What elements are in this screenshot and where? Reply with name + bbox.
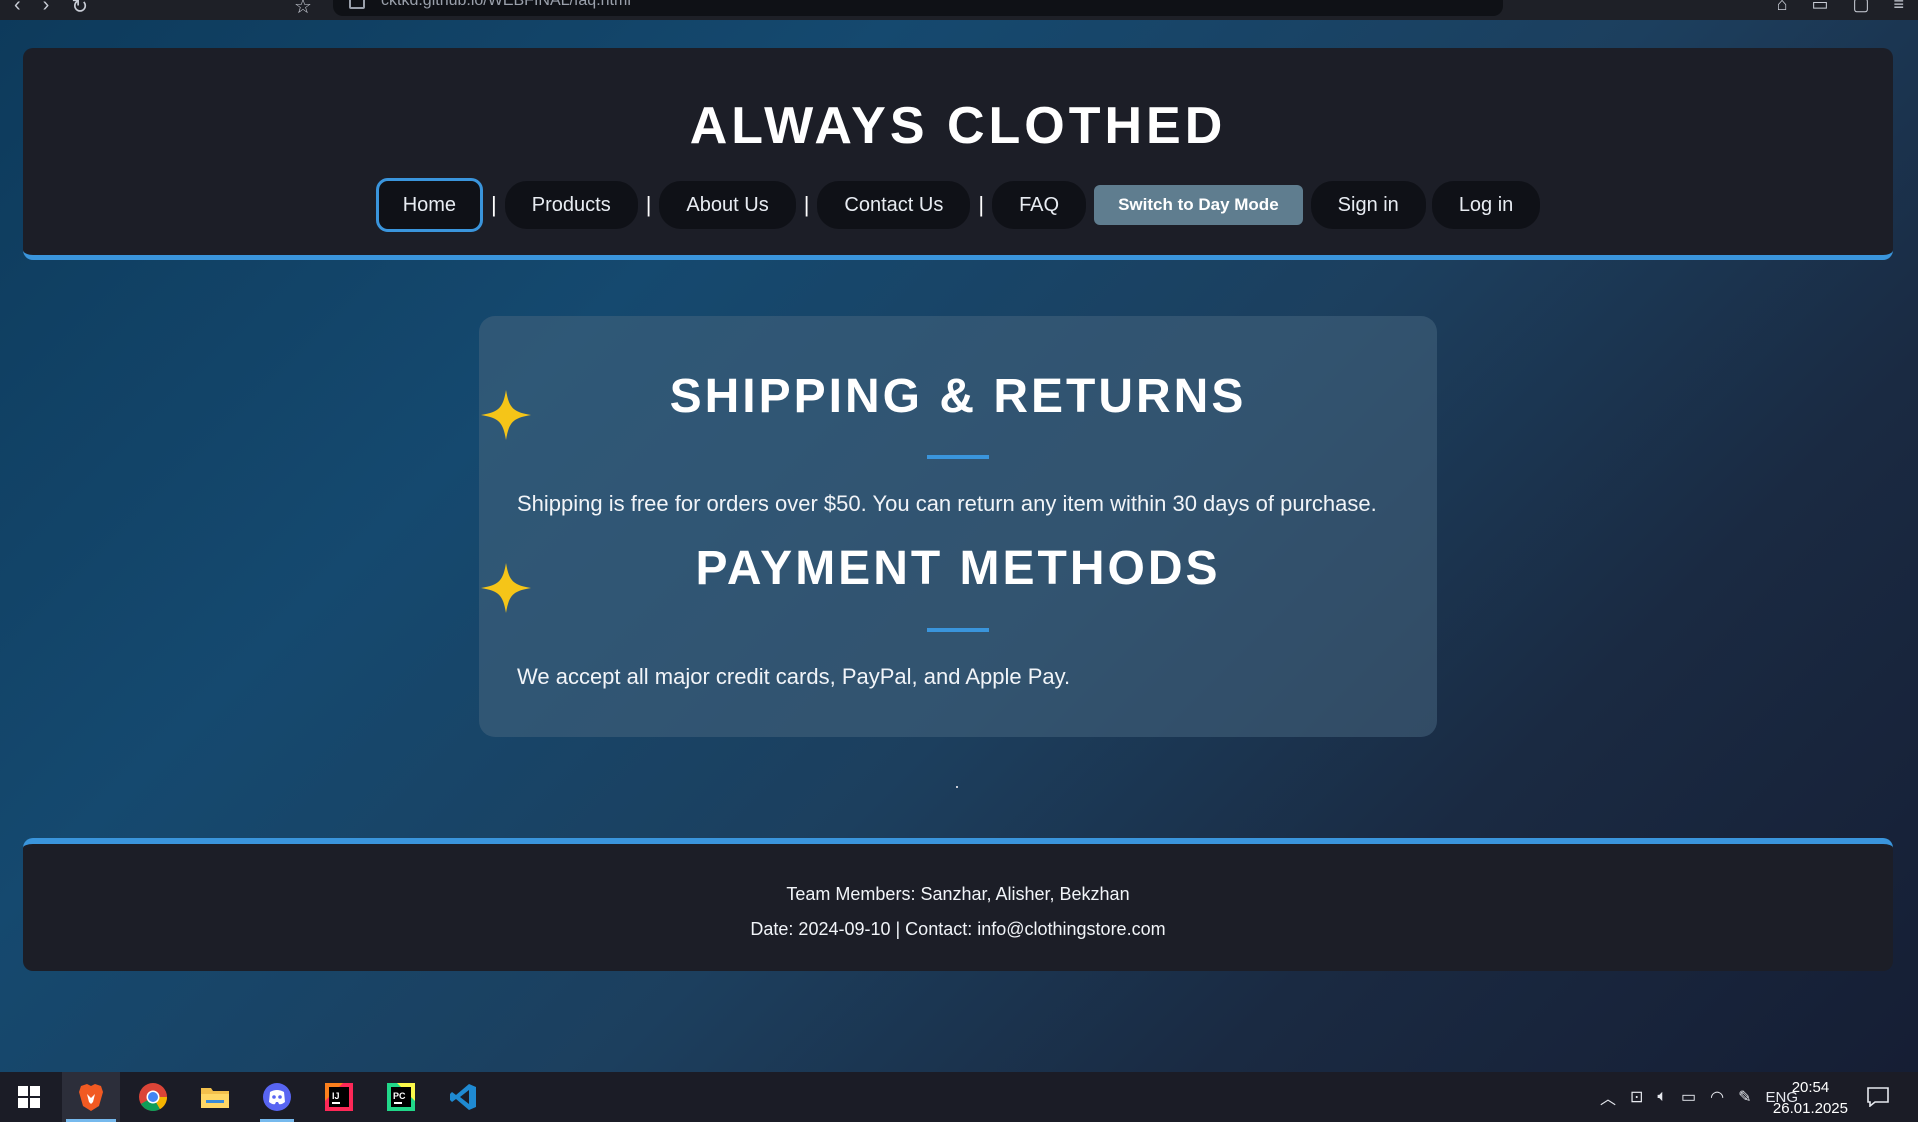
faq-card: SHIPPING & RETURNS Shipping is free for … — [479, 316, 1437, 737]
nav-faq[interactable]: FAQ — [992, 181, 1087, 229]
intellij-icon: IJ — [325, 1083, 353, 1111]
taskbar-discord[interactable] — [248, 1072, 306, 1122]
section-title-payment: PAYMENT METHODS — [695, 542, 1221, 595]
browser-toolbar: ‹ › ↻ ☆ cktkd.github.io/WEBFINAL/faq.htm… — [0, 0, 1918, 20]
taskbar-clock[interactable]: 20:54 26.01.2025 — [1773, 1077, 1848, 1119]
url-text: cktkd.github.io/WEBFINAL/faq.html — [381, 0, 631, 9]
svg-text:IJ: IJ — [332, 1091, 340, 1101]
notifications-button[interactable] — [1848, 1072, 1908, 1122]
switch-day-mode-button[interactable]: Switch to Day Mode — [1094, 185, 1303, 225]
taskbar-pycharm[interactable]: PC — [372, 1072, 430, 1122]
address-bar[interactable]: cktkd.github.io/WEBFINAL/faq.html — [333, 0, 1503, 16]
system-tray: ︿ ⊡ 🔈︎ ▭ ◠ ✎ ENG — [1600, 1072, 1798, 1122]
nav-about-us[interactable]: About Us — [659, 181, 796, 229]
main-nav: Home | Products | About Us | Contact Us … — [23, 178, 1893, 232]
clock-time: 20:54 — [1791, 1079, 1830, 1096]
footer-team: Team Members: Sanzhar, Alisher, Bekzhan — [786, 884, 1130, 904]
taskbar-file-explorer[interactable] — [186, 1072, 244, 1122]
taskbar-intellij[interactable]: IJ — [310, 1072, 368, 1122]
taskbar-chrome[interactable] — [124, 1072, 182, 1122]
windows-icon — [18, 1086, 40, 1108]
vscode-icon — [450, 1084, 476, 1110]
chrome-icon — [139, 1083, 167, 1111]
section-divider — [927, 628, 989, 632]
nav-separator: | — [491, 192, 497, 217]
section-text-payment: We accept all major credit cards, PayPal… — [517, 664, 1071, 689]
pycharm-icon: PC — [387, 1083, 415, 1111]
folder-icon — [201, 1088, 229, 1108]
windows-taskbar: IJ PC ︿ ⊡ 🔈︎ ▭ ◠ ✎ ENG 20:54 26.01.2025 — [0, 1072, 1918, 1122]
back-icon[interactable]: ‹ — [14, 0, 21, 19]
reload-icon[interactable]: ↻ — [71, 0, 88, 19]
site-footer: Team Members: Sanzhar, Alisher, Bekzhan … — [23, 838, 1893, 971]
brave-icon — [79, 1084, 103, 1111]
section-text-shipping: Shipping is free for orders over $50. Yo… — [517, 491, 1377, 516]
wallet-icon[interactable]: ▢ — [1852, 0, 1869, 15]
battery-icon[interactable]: ▭ — [1681, 1087, 1696, 1107]
extensions-icon[interactable]: ⌂ — [1777, 0, 1788, 15]
footer-date-contact: Date: 2024-09-10 | Contact: info@clothin… — [750, 919, 1166, 939]
section-title-shipping: SHIPPING & RETURNS — [669, 370, 1247, 423]
site-header: ALWAYS CLOTHED Home | Products | About U… — [23, 48, 1893, 260]
volume-icon[interactable]: 🔈︎ — [1657, 1088, 1667, 1106]
forward-icon[interactable]: › — [43, 0, 50, 19]
network-adapter-icon[interactable]: ⊡ — [1630, 1087, 1643, 1107]
sidebar-icon[interactable]: ▭ — [1811, 0, 1828, 15]
decorative-dot — [956, 786, 958, 788]
menu-icon[interactable]: ≡ — [1893, 0, 1904, 15]
browser-nav-buttons: ‹ › ↻ — [14, 0, 88, 19]
show-hidden-icons-icon[interactable]: ︿ — [1600, 1085, 1616, 1109]
site-title: ALWAYS CLOTHED — [689, 97, 1227, 155]
nav-contact-us[interactable]: Contact Us — [817, 181, 971, 229]
start-button[interactable] — [0, 1072, 58, 1122]
log-in-button[interactable]: Log in — [1431, 181, 1541, 229]
sign-in-button[interactable]: Sign in — [1310, 181, 1426, 229]
section-divider — [927, 455, 989, 459]
nav-separator: | — [803, 192, 810, 217]
svg-text:PC: PC — [393, 1091, 406, 1101]
browser-extension-icons: ⌂ ▭ ▢ ≡ — [1777, 0, 1904, 15]
nav-separator: | — [978, 192, 985, 217]
wifi-icon[interactable]: ◠ — [1710, 1087, 1724, 1107]
nav-home[interactable]: Home — [375, 178, 484, 232]
nav-products[interactable]: Products — [504, 181, 638, 229]
site-info-icon[interactable] — [349, 0, 365, 9]
taskbar-vscode[interactable] — [434, 1072, 492, 1122]
pen-icon[interactable]: ✎ — [1738, 1087, 1751, 1107]
discord-icon — [263, 1083, 291, 1111]
bookmark-icon[interactable]: ☆ — [294, 0, 312, 19]
taskbar-brave[interactable] — [62, 1072, 120, 1122]
clock-date: 26.01.2025 — [1772, 1100, 1848, 1117]
notification-icon — [1867, 1087, 1889, 1107]
nav-separator: | — [645, 192, 652, 217]
